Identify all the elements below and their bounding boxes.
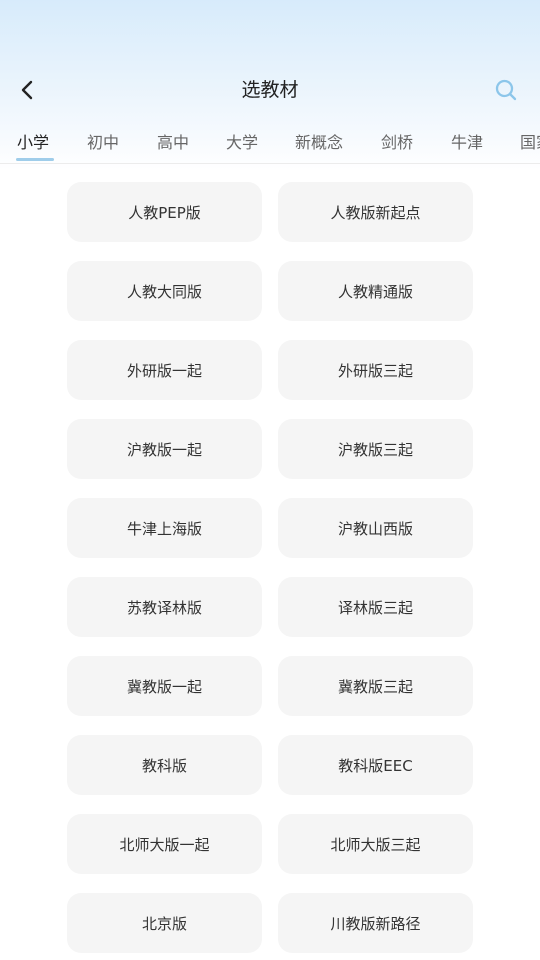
textbook-button[interactable]: 北师大版一起 bbox=[67, 814, 262, 874]
textbook-button[interactable]: 外研版三起 bbox=[278, 340, 473, 400]
active-tab-indicator bbox=[16, 158, 54, 161]
textbook-button[interactable]: 人教大同版 bbox=[67, 261, 262, 321]
tab-primary[interactable]: 小学 bbox=[17, 132, 49, 154]
page-title: 选教材 bbox=[241, 79, 299, 101]
tab-junior-high[interactable]: 初中 bbox=[87, 132, 119, 154]
textbook-button[interactable]: 冀教版一起 bbox=[67, 656, 262, 716]
textbook-button[interactable]: 牛津上海版 bbox=[67, 498, 262, 558]
search-button[interactable] bbox=[488, 72, 524, 108]
textbook-button[interactable]: 沪教版三起 bbox=[278, 419, 473, 479]
header-bar: 选教材 bbox=[0, 62, 540, 118]
tab-cambridge[interactable]: 剑桥 bbox=[381, 132, 413, 154]
textbook-button[interactable]: 人教版新起点 bbox=[278, 182, 473, 242]
tab-oxford[interactable]: 牛津 bbox=[451, 132, 483, 154]
textbook-button[interactable]: 苏教译林版 bbox=[67, 577, 262, 637]
textbook-button[interactable]: 川教版新路径 bbox=[278, 893, 473, 953]
textbook-button[interactable]: 沪教版一起 bbox=[67, 419, 262, 479]
tab-senior-high[interactable]: 高中 bbox=[157, 132, 189, 154]
textbook-grid: 人教PEP版 人教版新起点 人教大同版 人教精通版 外研版一起 外研版三起 沪教… bbox=[67, 182, 473, 953]
textbook-button[interactable]: 冀教版三起 bbox=[278, 656, 473, 716]
tabs-divider bbox=[0, 163, 540, 164]
textbook-button[interactable]: 教科版EEC bbox=[278, 735, 473, 795]
grade-tabs: 小学 初中 高中 大学 新概念 剑桥 牛津 国家 bbox=[0, 128, 540, 164]
textbook-button[interactable]: 北京版 bbox=[67, 893, 262, 953]
tab-national[interactable]: 国家 bbox=[520, 132, 540, 154]
textbook-button[interactable]: 教科版 bbox=[67, 735, 262, 795]
search-icon bbox=[495, 79, 517, 101]
textbook-button[interactable]: 北师大版三起 bbox=[278, 814, 473, 874]
tab-new-concept[interactable]: 新概念 bbox=[295, 132, 343, 154]
textbook-button[interactable]: 人教精通版 bbox=[278, 261, 473, 321]
tab-university[interactable]: 大学 bbox=[226, 132, 258, 154]
textbook-button[interactable]: 沪教山西版 bbox=[278, 498, 473, 558]
textbook-button[interactable]: 人教PEP版 bbox=[67, 182, 262, 242]
textbook-button[interactable]: 译林版三起 bbox=[278, 577, 473, 637]
textbook-button[interactable]: 外研版一起 bbox=[67, 340, 262, 400]
